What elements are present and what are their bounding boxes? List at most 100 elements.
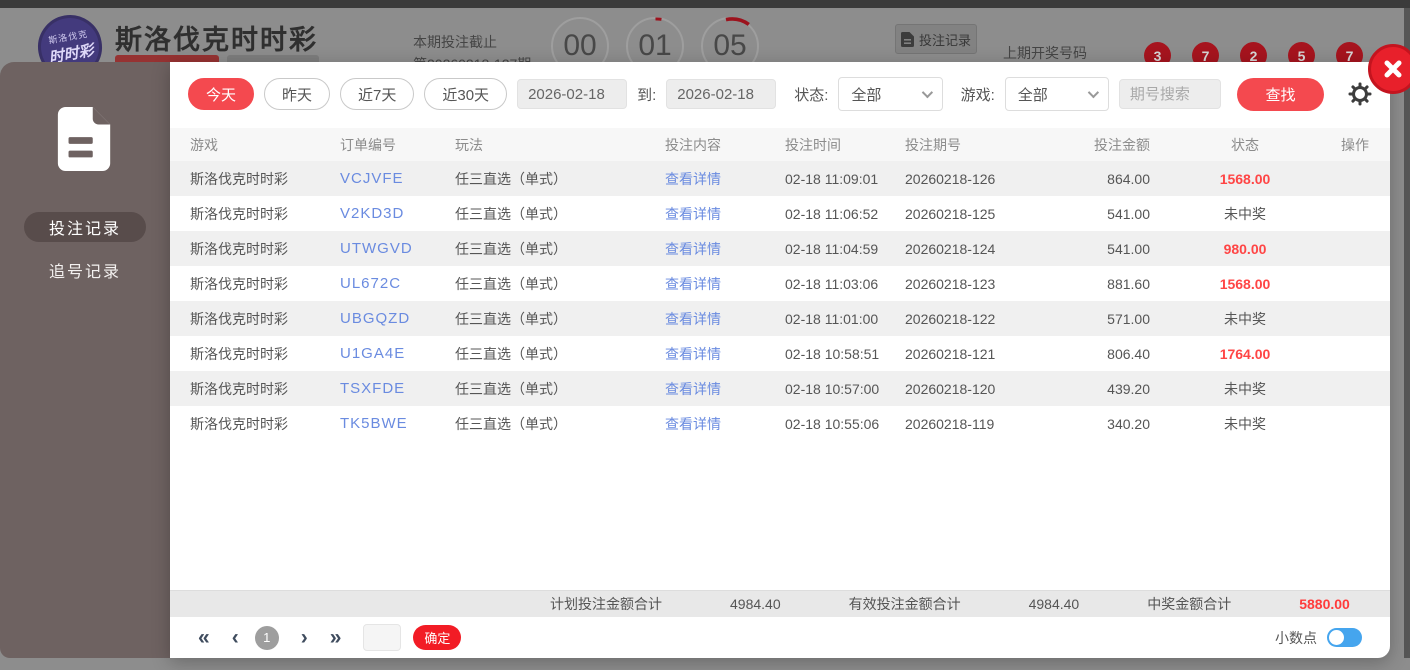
cell-period: 20260218-123 bbox=[905, 275, 996, 292]
cell-order-id-link[interactable]: TSXFDE bbox=[340, 380, 455, 397]
next-page-button[interactable]: › bbox=[301, 627, 308, 648]
lottery-title: 斯洛伐克时时彩 bbox=[115, 25, 318, 55]
cell-period: 20260218-126 bbox=[905, 170, 996, 187]
records-modal-sidebar: 投注记录 追号记录 bbox=[0, 62, 170, 658]
bet-record-header-button[interactable]: 投注记录 bbox=[895, 24, 977, 54]
valid-total-label: 有效投注金额合计 bbox=[848, 596, 961, 612]
gear-icon bbox=[1348, 82, 1372, 106]
cell-amount: 571.00 bbox=[1107, 310, 1150, 327]
cell-time: 02-18 11:04:59 bbox=[785, 240, 879, 257]
cell-order-id-link[interactable]: UTWGVD bbox=[340, 240, 455, 257]
header-time: 投注时间 bbox=[785, 136, 841, 153]
header-play: 玩法 bbox=[455, 136, 483, 153]
table-row: 斯洛伐克时时彩 UBGQZD 任三直选（单式） 查看详情 02-18 11:01… bbox=[170, 301, 1390, 336]
quick-filter-7days[interactable]: 近7天 bbox=[340, 78, 415, 110]
cell-amount: 340.20 bbox=[1107, 415, 1150, 432]
cell-status: 980.00 bbox=[1223, 240, 1267, 257]
date-from-input[interactable] bbox=[517, 79, 628, 109]
cell-view-detail-link[interactable]: 查看详情 bbox=[665, 379, 785, 399]
header-game: 游戏 bbox=[190, 136, 218, 153]
chevron-down-icon bbox=[921, 86, 933, 99]
cell-order-id-link[interactable]: U1GA4E bbox=[340, 345, 455, 362]
header-action: 操作 bbox=[1341, 136, 1369, 153]
cell-view-detail-link[interactable]: 查看详情 bbox=[665, 309, 785, 329]
document-icon bbox=[900, 31, 914, 47]
status-label: 状态: bbox=[794, 86, 829, 104]
cell-play: 任三直选（单式） bbox=[455, 380, 567, 397]
page-scrollbar[interactable] bbox=[1404, 8, 1410, 658]
cell-order-id-link[interactable]: UBGQZD bbox=[340, 310, 455, 327]
header-period: 投注期号 bbox=[905, 136, 961, 153]
cell-game: 斯洛伐克时时彩 bbox=[190, 240, 288, 257]
cell-order-id-link[interactable]: UL672C bbox=[340, 275, 455, 292]
page-jump-input[interactable] bbox=[363, 624, 402, 651]
table-header-row: 游戏 订单编号 玩法 投注内容 投注时间 投注期号 投注金额 状态 操作 bbox=[170, 128, 1390, 161]
decimal-toggle-label: 小数点 bbox=[1275, 629, 1317, 646]
quick-filter-30days[interactable]: 近30天 bbox=[424, 78, 508, 110]
cell-time: 02-18 11:09:01 bbox=[785, 170, 879, 187]
cell-period: 20260218-124 bbox=[905, 240, 996, 257]
deadline-label: 本期投注截止 bbox=[413, 34, 497, 50]
close-modal-button[interactable] bbox=[1368, 44, 1410, 94]
settings-button[interactable] bbox=[1348, 82, 1372, 106]
cell-view-detail-link[interactable]: 查看详情 bbox=[665, 169, 785, 189]
cell-game: 斯洛伐克时时彩 bbox=[190, 275, 288, 292]
game-select-value: 全部 bbox=[1017, 86, 1048, 104]
cell-view-detail-link[interactable]: 查看详情 bbox=[665, 274, 785, 294]
page-jump-confirm-button[interactable]: 确定 bbox=[413, 625, 462, 650]
cell-view-detail-link[interactable]: 查看详情 bbox=[665, 414, 785, 434]
cell-amount: 541.00 bbox=[1107, 240, 1150, 257]
current-page-indicator: 1 bbox=[254, 625, 279, 650]
cell-status: 1568.00 bbox=[1219, 170, 1271, 187]
cell-game: 斯洛伐克时时彩 bbox=[190, 170, 288, 187]
decimal-toggle-switch[interactable] bbox=[1327, 628, 1362, 647]
cell-play: 任三直选（单式） bbox=[455, 205, 567, 222]
prev-page-button[interactable]: ‹ bbox=[232, 627, 239, 648]
cell-order-id-link[interactable]: V2KD3D bbox=[340, 205, 455, 222]
cell-time: 02-18 11:01:00 bbox=[785, 310, 879, 327]
status-select[interactable]: 全部 bbox=[838, 77, 943, 111]
cell-time: 02-18 11:03:06 bbox=[785, 275, 879, 292]
cell-status: 未中奖 bbox=[1224, 415, 1266, 432]
table-row: 斯洛伐克时时彩 U1GA4E 任三直选（单式） 查看详情 02-18 10:58… bbox=[170, 336, 1390, 371]
cell-amount: 881.60 bbox=[1107, 275, 1150, 292]
bet-records-panel: 今天 昨天 近7天 近30天 到: 状态: 全部 游戏: 全部 查找 bbox=[170, 62, 1390, 658]
cell-view-detail-link[interactable]: 查看详情 bbox=[665, 239, 785, 259]
cell-view-detail-link[interactable]: 查看详情 bbox=[665, 204, 785, 224]
cell-period: 20260218-125 bbox=[905, 205, 996, 222]
sidebar-item-bet-records[interactable]: 投注记录 bbox=[24, 212, 146, 242]
date-to-input[interactable] bbox=[666, 79, 777, 109]
chevron-down-icon bbox=[1087, 86, 1099, 99]
totals-bar: 计划投注金额合计 4984.40 有效投注金额合计 4984.40 中奖金额合计… bbox=[170, 590, 1390, 617]
header-order-id: 订单编号 bbox=[340, 136, 396, 153]
table-row: 斯洛伐克时时彩 VCJVFE 任三直选（单式） 查看详情 02-18 11:09… bbox=[170, 161, 1390, 196]
cell-view-detail-link[interactable]: 查看详情 bbox=[665, 344, 785, 364]
countdown-hours-value: 00 bbox=[563, 29, 597, 62]
last-draw-label: 上期开奖号码 bbox=[1003, 45, 1087, 61]
cell-play: 任三直选（单式） bbox=[455, 240, 567, 257]
cell-amount: 806.40 bbox=[1107, 345, 1150, 362]
win-total-value: 5880.00 bbox=[1299, 596, 1350, 612]
quick-filter-yesterday[interactable]: 昨天 bbox=[264, 78, 331, 110]
cell-play: 任三直选（单式） bbox=[455, 310, 567, 327]
cell-period: 20260218-119 bbox=[905, 415, 995, 432]
win-total-label: 中奖金额合计 bbox=[1147, 596, 1232, 612]
header-content: 投注内容 bbox=[665, 136, 721, 153]
table-row: 斯洛伐克时时彩 UTWGVD 任三直选（单式） 查看详情 02-18 11:04… bbox=[170, 231, 1390, 266]
cell-status: 未中奖 bbox=[1224, 380, 1266, 397]
search-button[interactable]: 查找 bbox=[1236, 77, 1324, 111]
period-search-input[interactable] bbox=[1118, 79, 1221, 109]
table-row: 斯洛伐克时时彩 V2KD3D 任三直选（单式） 查看详情 02-18 11:06… bbox=[170, 196, 1390, 231]
filter-bar: 今天 昨天 近7天 近30天 到: 状态: 全部 游戏: 全部 查找 bbox=[170, 70, 1390, 118]
cell-game: 斯洛伐克时时彩 bbox=[190, 415, 288, 432]
cell-play: 任三直选（单式） bbox=[455, 345, 567, 362]
sidebar-item-chase-records[interactable]: 追号记录 bbox=[49, 258, 121, 282]
cell-order-id-link[interactable]: VCJVFE bbox=[340, 170, 455, 187]
quick-filter-today[interactable]: 今天 bbox=[188, 78, 255, 110]
cell-amount: 864.00 bbox=[1107, 170, 1150, 187]
cell-order-id-link[interactable]: TK5BWE bbox=[340, 415, 455, 432]
browser-top-strip bbox=[0, 0, 1410, 8]
last-page-button[interactable]: » bbox=[330, 627, 342, 648]
first-page-button[interactable]: « bbox=[198, 627, 210, 648]
game-select[interactable]: 全部 bbox=[1004, 77, 1109, 111]
